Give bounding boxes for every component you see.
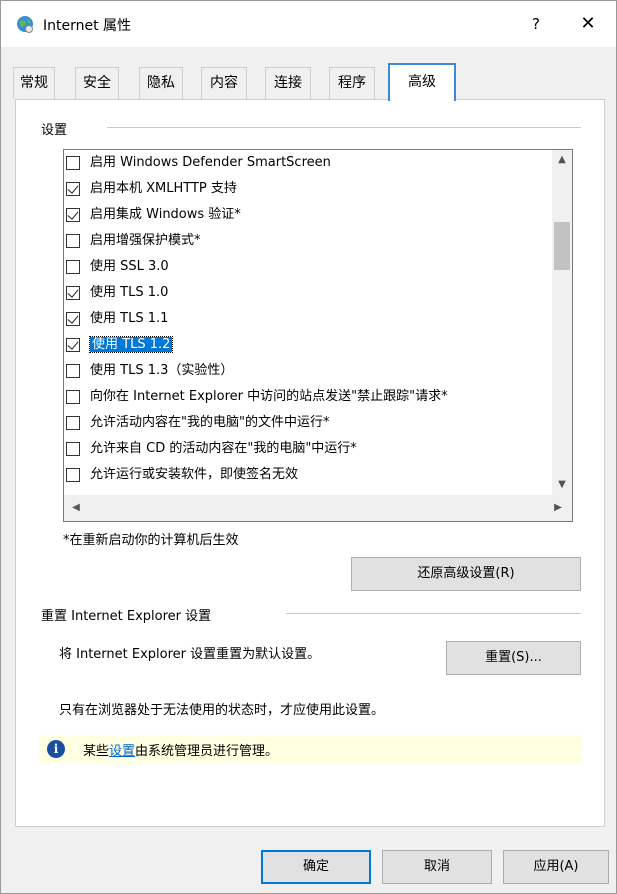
tab-connections[interactable]: 连接 <box>265 67 311 99</box>
apply-button[interactable]: 应用(A) <box>503 850 609 884</box>
list-item[interactable]: 使用 TLS 1.1 <box>66 308 169 330</box>
list-item-label: 允许运行或安装软件，即使签名无效 <box>90 467 299 482</box>
list-item[interactable]: 启用增强保护模式* <box>66 230 201 252</box>
list-item-label: 使用 SSL 3.0 <box>90 259 169 274</box>
settings-group-divider <box>107 127 581 128</box>
vertical-scroll-thumb[interactable] <box>554 222 570 270</box>
settings-list-items: 启用 Windows Defender SmartScreen 启用本机 XML… <box>64 150 552 494</box>
list-item-label: 使用 TLS 1.1 <box>90 311 169 326</box>
tab-strip: 常规 安全 隐私 内容 连接 程序 高级 <box>13 63 608 101</box>
list-item-label: 使用 TLS 1.0 <box>90 285 169 300</box>
internet-globe-icon <box>17 16 33 33</box>
list-item-label: 启用增强保护模式* <box>90 233 201 248</box>
list-item-label: 向你在 Internet Explorer 中访问的站点发送"禁止跟踪"请求* <box>90 389 448 404</box>
checkbox[interactable] <box>66 390 80 404</box>
list-item[interactable]: 允许来自 CD 的活动内容在"我的电脑"中运行* <box>66 438 357 460</box>
internet-properties-dialog: Internet 属性 ? ✕ 常规 安全 隐私 内容 连接 程序 高级 设置 … <box>0 0 617 894</box>
restore-advanced-settings-button[interactable]: 还原高级设置(R) <box>351 557 581 591</box>
info-icon: i <box>47 740 65 758</box>
help-button[interactable]: ? <box>521 11 551 37</box>
list-item-label: 启用 Windows Defender SmartScreen <box>90 155 331 170</box>
checkbox[interactable] <box>66 182 80 196</box>
checkbox[interactable] <box>66 338 80 352</box>
tab-privacy[interactable]: 隐私 <box>139 67 183 99</box>
scroll-down-icon[interactable]: ▼ <box>552 475 572 495</box>
tab-content[interactable]: 内容 <box>201 67 247 99</box>
reset-group-label: 重置 Internet Explorer 设置 <box>41 605 216 624</box>
checkbox[interactable] <box>66 260 80 274</box>
scroll-left-icon[interactable]: ◀ <box>66 498 86 518</box>
policy-info-text: 某些设置由系统管理员进行管理。 <box>83 740 278 759</box>
settings-listbox[interactable]: 启用 Windows Defender SmartScreen 启用本机 XML… <box>63 149 573 522</box>
checkbox[interactable] <box>66 364 80 378</box>
list-item[interactable]: 允许活动内容在"我的电脑"的文件中运行* <box>66 412 330 434</box>
horizontal-scrollbar[interactable]: ◀ ▶ <box>64 495 572 521</box>
list-item-label: 启用集成 Windows 验证* <box>90 207 241 222</box>
reset-warning: 只有在浏览器处于无法使用的状态时，才应使用此设置。 <box>59 703 385 718</box>
list-item[interactable]: 使用 SSL 3.0 <box>66 256 169 278</box>
title-bar[interactable]: Internet 属性 ? ✕ <box>1 1 616 47</box>
reset-description: 将 Internet Explorer 设置重置为默认设置。 <box>59 647 321 662</box>
tab-security[interactable]: 安全 <box>75 67 119 99</box>
list-item-label: 使用 TLS 1.3（实验性） <box>90 363 234 378</box>
tab-general[interactable]: 常规 <box>13 67 55 99</box>
cancel-button[interactable]: 取消 <box>382 850 492 884</box>
checkbox[interactable] <box>66 468 80 482</box>
close-button[interactable]: ✕ <box>571 11 605 37</box>
tab-advanced[interactable]: 高级 <box>388 63 456 101</box>
checkbox[interactable] <box>66 156 80 170</box>
checkbox[interactable] <box>66 234 80 248</box>
list-item-label: 允许活动内容在"我的电脑"的文件中运行* <box>90 415 330 430</box>
list-item[interactable]: 启用集成 Windows 验证* <box>66 204 241 226</box>
vertical-scrollbar[interactable]: ▲ ▼ <box>552 150 572 495</box>
scroll-up-icon[interactable]: ▲ <box>552 150 572 170</box>
list-item-label: 使用 TLS 1.2 <box>88 336 174 353</box>
reset-button[interactable]: 重置(S)... <box>446 641 581 675</box>
checkbox[interactable] <box>66 416 80 430</box>
list-item-label: 启用本机 XMLHTTP 支持 <box>90 181 237 196</box>
reset-group-divider <box>286 613 581 614</box>
settings-group-label: 设置 <box>41 119 72 138</box>
window-title: Internet 属性 <box>43 18 132 34</box>
list-item[interactable]: 允许运行或安装软件，即使签名无效 <box>66 464 299 486</box>
list-item-label: 允许来自 CD 的活动内容在"我的电脑"中运行* <box>90 441 357 456</box>
checkbox[interactable] <box>66 312 80 326</box>
tab-programs[interactable]: 程序 <box>329 67 375 99</box>
checkbox[interactable] <box>66 442 80 456</box>
restart-note: *在重新启动你的计算机后生效 <box>63 533 239 548</box>
list-item[interactable]: 向你在 Internet Explorer 中访问的站点发送"禁止跟踪"请求* <box>66 386 448 408</box>
policy-info-bar: i 某些设置由系统管理员进行管理。 <box>39 735 581 763</box>
list-item[interactable]: 使用 TLS 1.3（实验性） <box>66 360 234 382</box>
checkbox[interactable] <box>66 208 80 222</box>
checkbox[interactable] <box>66 286 80 300</box>
settings-link[interactable]: 设置 <box>109 744 135 759</box>
list-item-selected[interactable]: 使用 TLS 1.2 <box>66 334 174 356</box>
list-item[interactable]: 启用本机 XMLHTTP 支持 <box>66 178 237 200</box>
list-item[interactable]: 启用 Windows Defender SmartScreen <box>66 152 331 174</box>
scroll-right-icon[interactable]: ▶ <box>548 498 568 518</box>
list-item[interactable]: 使用 TLS 1.0 <box>66 282 169 304</box>
info-suffix: 由系统管理员进行管理。 <box>135 744 279 759</box>
ok-button[interactable]: 确定 <box>261 850 371 884</box>
info-prefix: 某些 <box>83 744 110 759</box>
